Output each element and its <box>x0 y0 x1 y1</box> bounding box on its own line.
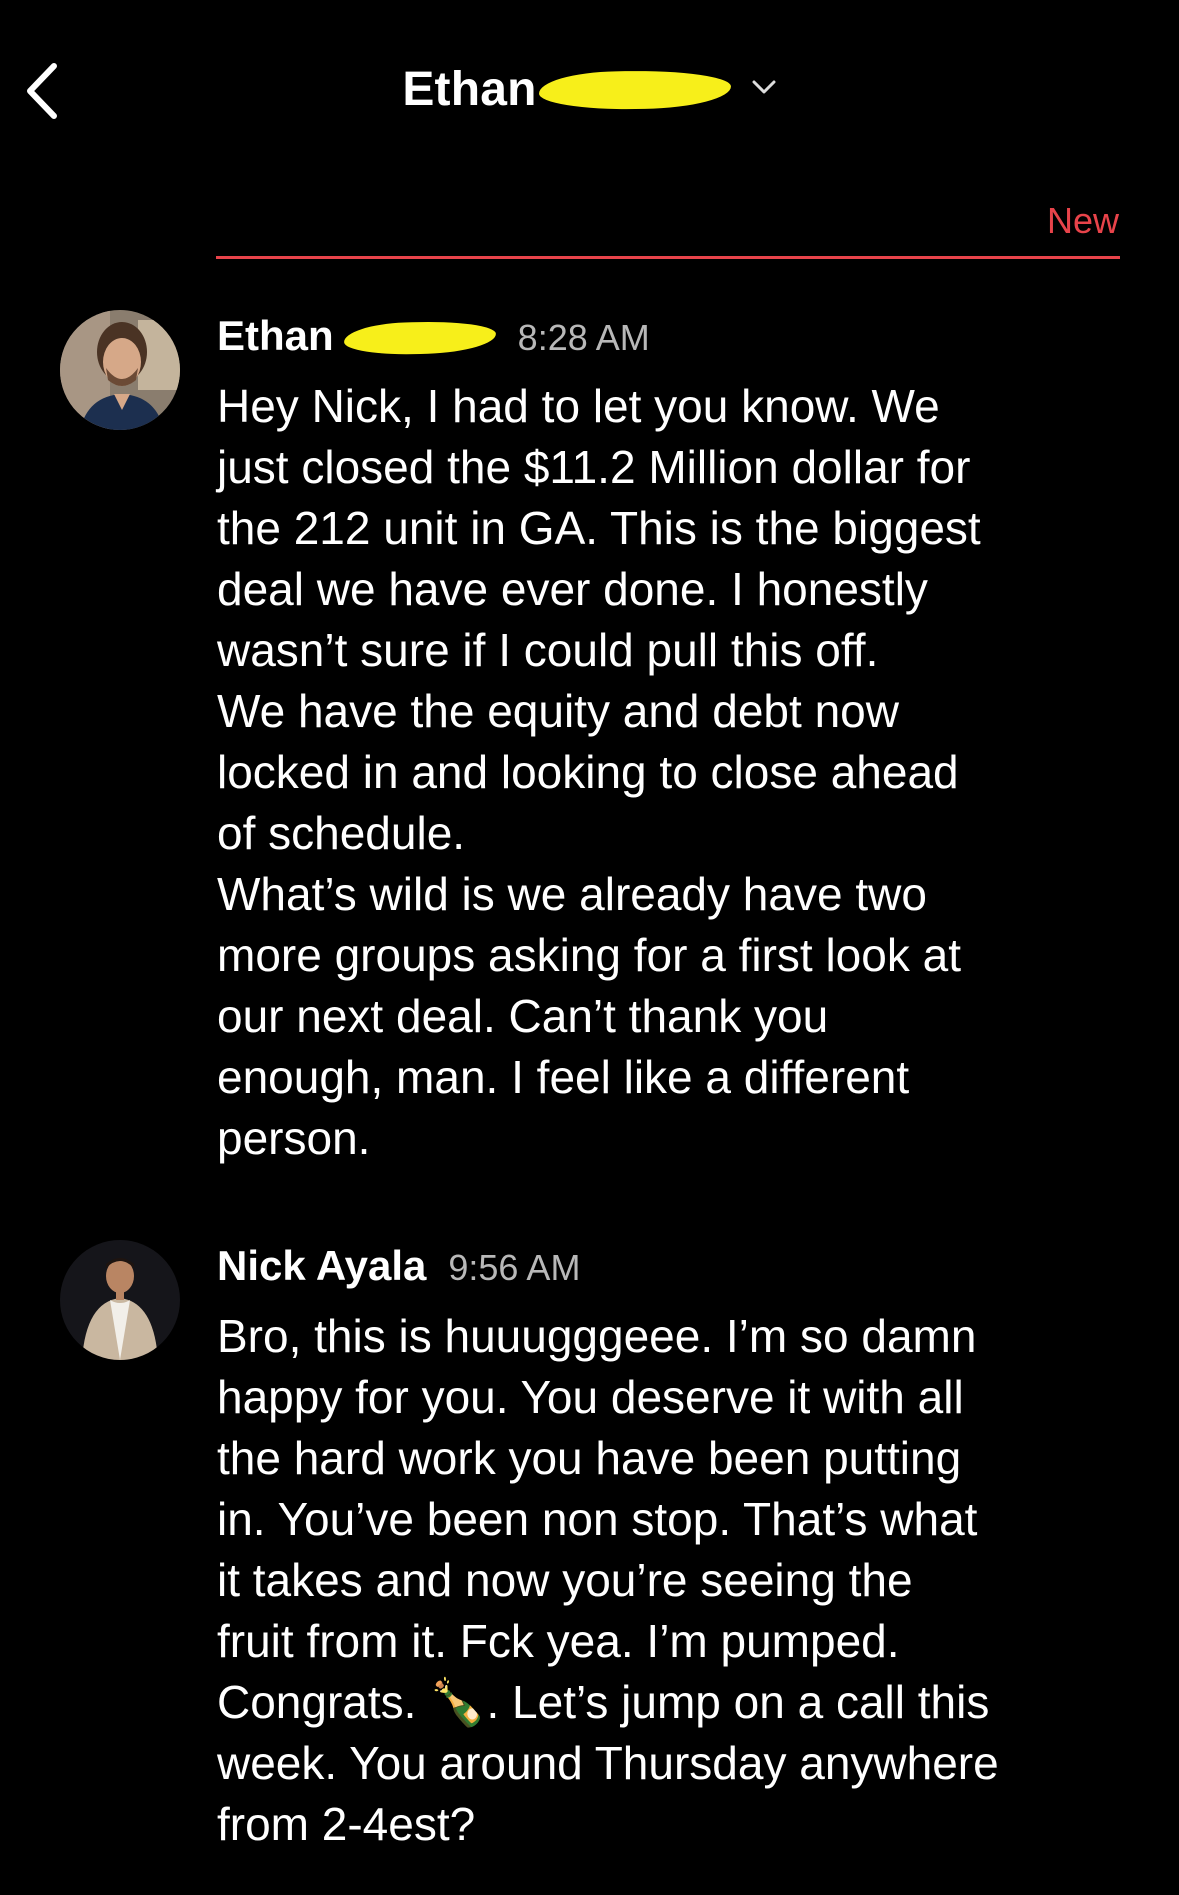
chat-header: Ethan <box>0 0 1179 180</box>
message-text: Hey Nick, I had to let you know. We just… <box>217 380 981 1164</box>
message-header: Nick Ayala 9:56 AM <box>217 1242 580 1290</box>
avatar[interactable] <box>60 310 180 430</box>
conversation-title-area: Ethan <box>0 62 1179 122</box>
new-messages-label: New <box>1046 200 1119 241</box>
message-header: Ethan 8:28 AM <box>217 312 650 360</box>
avatar[interactable] <box>60 1240 180 1360</box>
contact-name: Ethan <box>402 63 537 116</box>
redaction-mark <box>538 68 731 111</box>
redaction-mark <box>343 319 497 357</box>
sender-name[interactable]: Ethan <box>217 312 334 360</box>
conversation-title-button[interactable]: Ethan <box>402 62 776 117</box>
chevron-down-icon <box>751 78 777 101</box>
message-timestamp: 8:28 AM <box>517 317 650 358</box>
message-text: Bro, this is huuugggeee. I’m so damn hap… <box>217 1310 999 1850</box>
message-timestamp: 9:56 AM <box>448 1247 581 1288</box>
avatar-ethan-image <box>60 310 180 430</box>
avatar-nick-image <box>60 1240 180 1360</box>
sender-name[interactable]: Nick Ayala <box>217 1242 426 1290</box>
new-messages-divider <box>216 256 1120 259</box>
